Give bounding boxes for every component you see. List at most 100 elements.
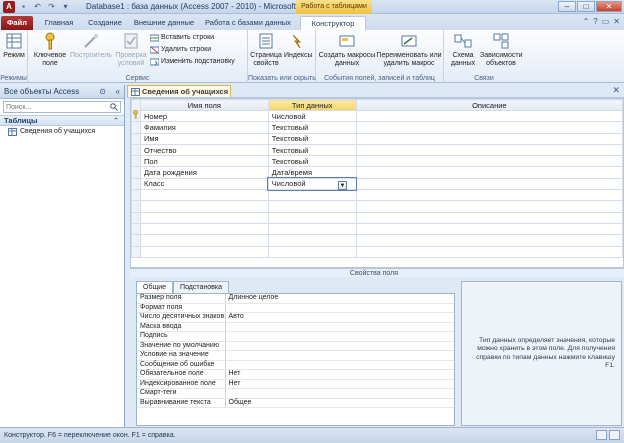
nav-header[interactable]: Все объекты Access ⊙ « — [0, 85, 124, 99]
description-cell[interactable] — [355, 121, 623, 134]
search-icon[interactable] — [110, 103, 118, 111]
tab-design[interactable]: Конструктор — [300, 16, 366, 30]
table-row[interactable] — [131, 222, 623, 236]
property-row[interactable]: Подпись — [137, 331, 454, 342]
customize-qat-icon[interactable]: ▾ — [60, 2, 71, 12]
tab-database-tools[interactable]: Работа с базами данных — [202, 16, 294, 30]
field-name-cell[interactable] — [139, 234, 269, 247]
property-row[interactable]: Индексированное поле Нет — [137, 379, 454, 390]
help-icon[interactable]: ? — [593, 17, 597, 26]
description-cell[interactable] — [355, 132, 623, 145]
description-cell[interactable] — [355, 189, 623, 202]
field-name-cell[interactable] — [139, 200, 269, 213]
builder-button[interactable]: Построитель — [70, 32, 112, 60]
row-selector[interactable] — [131, 155, 141, 168]
redo-icon[interactable]: ↷ — [46, 2, 57, 12]
table-row[interactable]: Класс Числовой — [131, 177, 623, 191]
table-row[interactable] — [131, 234, 623, 247]
minimize-button[interactable]: – — [558, 1, 576, 12]
row-selector[interactable] — [131, 200, 141, 213]
property-value[interactable] — [225, 388, 454, 399]
change-lookup-button[interactable]: Изменить подстановку — [150, 57, 235, 67]
chevron-up-icon[interactable]: ⌃ — [113, 116, 119, 126]
description-cell[interactable] — [355, 234, 623, 247]
data-type-cell[interactable]: Числовой — [267, 109, 357, 123]
table-row[interactable] — [131, 200, 623, 213]
rename-delete-macro-button[interactable]: Переименовать или удалить макрос — [376, 32, 442, 68]
description-cell[interactable] — [355, 143, 623, 157]
schema-button[interactable]: Схема данных — [448, 32, 478, 68]
data-type-cell[interactable] — [267, 234, 357, 247]
dependencies-button[interactable]: Зависимости объектов — [480, 32, 522, 68]
property-value[interactable] — [225, 360, 454, 371]
row-selector[interactable] — [131, 211, 141, 224]
property-sheet-button[interactable]: Страница свойств — [250, 32, 282, 68]
tab-lookup[interactable]: Подстановка — [173, 281, 229, 293]
maximize-button[interactable]: □ — [577, 1, 595, 12]
row-selector[interactable] — [131, 121, 141, 134]
description-cell[interactable] — [355, 245, 623, 258]
nav-item-students-table[interactable]: Сведения об учащихся — [0, 126, 124, 138]
row-selector[interactable] — [131, 234, 141, 247]
field-name-cell[interactable]: Пол — [139, 155, 269, 168]
property-value[interactable]: Нет — [225, 369, 454, 380]
check-conditions-button[interactable]: Проверка условий — [114, 32, 148, 68]
property-row[interactable]: Смарт-теги — [137, 388, 454, 399]
table-row[interactable]: Отчество Текстовый — [131, 143, 623, 157]
close-button[interactable]: ✕ — [596, 1, 622, 12]
save-icon[interactable]: ▪ — [18, 2, 29, 12]
table-row[interactable] — [131, 189, 623, 202]
design-view-button[interactable] — [609, 430, 620, 440]
data-type-cell[interactable] — [267, 245, 357, 258]
field-name-cell[interactable] — [139, 222, 269, 236]
property-value[interactable]: Нет — [225, 379, 454, 390]
data-type-dropdown-arrow[interactable]: ▼ — [338, 181, 347, 190]
nav-search-input[interactable] — [4, 102, 104, 113]
indexes-button[interactable]: Индексы — [284, 32, 313, 60]
field-name-cell[interactable] — [139, 189, 269, 202]
chevron-down-icon[interactable]: ⊙ — [99, 85, 106, 99]
data-type-cell[interactable]: Текстовый — [267, 121, 357, 134]
property-row[interactable]: Сообщение об ошибке — [137, 360, 454, 371]
minimize-ribbon-icon[interactable]: ⌃ — [583, 17, 590, 26]
property-row[interactable]: Число десятичных знаков Авто — [137, 312, 454, 323]
access-app-icon[interactable]: A — [3, 1, 15, 13]
row-selector[interactable] — [131, 245, 141, 258]
property-row[interactable]: Условие на значение — [137, 350, 454, 361]
property-value[interactable] — [225, 322, 454, 333]
property-value[interactable]: Общее — [225, 398, 454, 409]
property-value[interactable] — [225, 303, 454, 314]
property-value[interactable] — [225, 331, 454, 342]
delete-rows-button[interactable]: Удалить строки — [150, 45, 211, 55]
table-row[interactable]: Номер Числовой — [131, 109, 623, 123]
table-row[interactable]: Имя Текстовый — [131, 132, 623, 145]
create-data-macros-button[interactable]: Создать макросы данных — [318, 32, 376, 68]
insert-rows-button[interactable]: Вставить строки — [150, 33, 214, 43]
property-value[interactable]: Авто — [225, 312, 454, 323]
field-name-cell[interactable] — [139, 245, 269, 258]
tab-external-data[interactable]: Внешние данные — [130, 16, 198, 30]
tab-create[interactable]: Создание — [82, 16, 128, 30]
field-name-cell[interactable] — [139, 211, 269, 224]
table-row[interactable]: Фамилия Текстовый — [131, 121, 623, 134]
table-row[interactable] — [131, 211, 623, 224]
data-type-cell[interactable]: Текстовый — [267, 132, 357, 145]
data-type-cell[interactable] — [267, 211, 357, 224]
row-selector[interactable] — [131, 166, 141, 179]
property-value[interactable]: Длинное целое — [225, 294, 454, 304]
datasheet-view-button[interactable] — [596, 430, 607, 440]
field-name-cell[interactable]: Класс — [139, 177, 269, 191]
description-cell[interactable] — [355, 177, 623, 191]
property-row[interactable]: Обязательное поле Нет — [137, 369, 454, 380]
close-document-icon[interactable]: ✕ — [612, 85, 620, 96]
data-type-cell[interactable]: Текстовый — [267, 155, 357, 168]
description-cell[interactable] — [355, 166, 623, 179]
row-selector[interactable] — [131, 177, 141, 191]
nav-group-tables[interactable]: Таблицы ⌃ — [0, 115, 124, 126]
property-value[interactable] — [225, 341, 454, 352]
description-cell[interactable] — [355, 109, 623, 123]
row-selector[interactable] — [131, 189, 141, 202]
field-name-cell[interactable]: Номер — [139, 109, 269, 123]
field-name-cell[interactable]: Дата рождения — [139, 166, 269, 179]
row-selector[interactable] — [131, 132, 141, 145]
